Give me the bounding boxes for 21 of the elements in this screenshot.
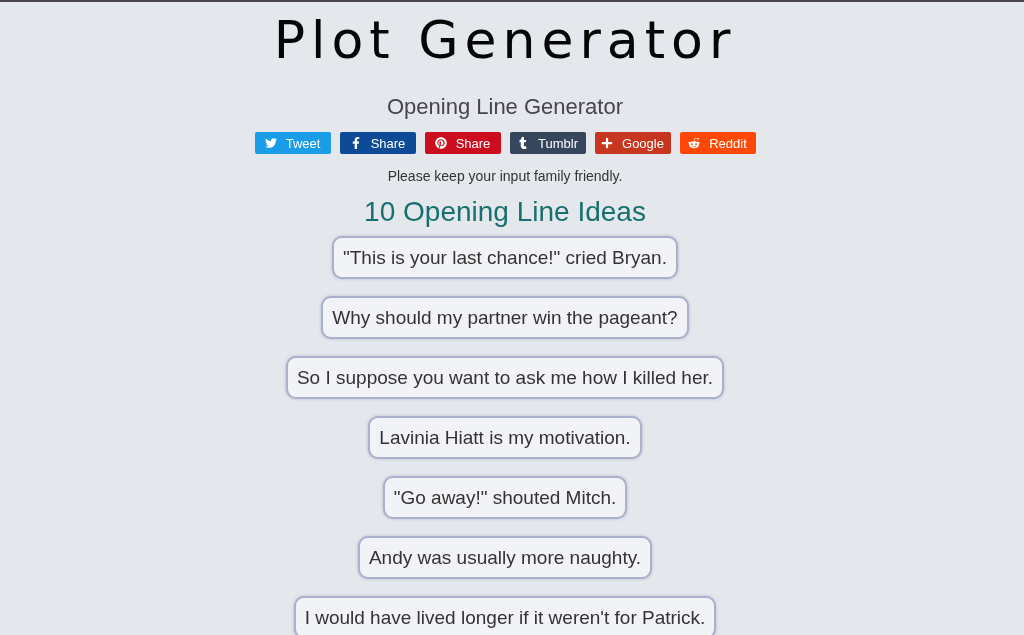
idea-card: I would have lived longer if it weren't for Patrick.: [293, 596, 717, 635]
letter-t-icon: [517, 137, 529, 149]
notice-text: Please keep your input family friendly.: [387, 167, 623, 185]
share-button[interactable]: Tumblr: [509, 132, 586, 154]
idea-card: So I suppose you want to ask me how I killed her.: [285, 356, 725, 399]
idea-card: Why should my partner win the pageant?: [321, 296, 689, 339]
share-button[interactable]: Google: [594, 132, 671, 154]
share-button[interactable]: Share: [339, 132, 416, 154]
results-heading: 10 Opening Line Ideas: [364, 195, 646, 229]
idea-card: Lavinia Hiatt is my motivation.: [368, 416, 642, 459]
page-title: Plot Generator: [273, 9, 737, 72]
alien-face-icon: [688, 137, 701, 149]
bird-icon: [264, 137, 277, 149]
idea-card: Andy was usually more naughty.: [357, 536, 653, 579]
generator-title: Opening Line Generator: [386, 94, 624, 120]
idea-card: "This is your last chance!" cried Bryan.: [332, 236, 678, 279]
idea-card: "Go away!" shouted Mitch.: [382, 476, 628, 519]
plus-icon: [601, 137, 614, 149]
share-button[interactable]: Share: [424, 132, 501, 154]
share-button[interactable]: Tweet: [254, 132, 331, 154]
share-button[interactable]: Reddit: [679, 132, 756, 154]
